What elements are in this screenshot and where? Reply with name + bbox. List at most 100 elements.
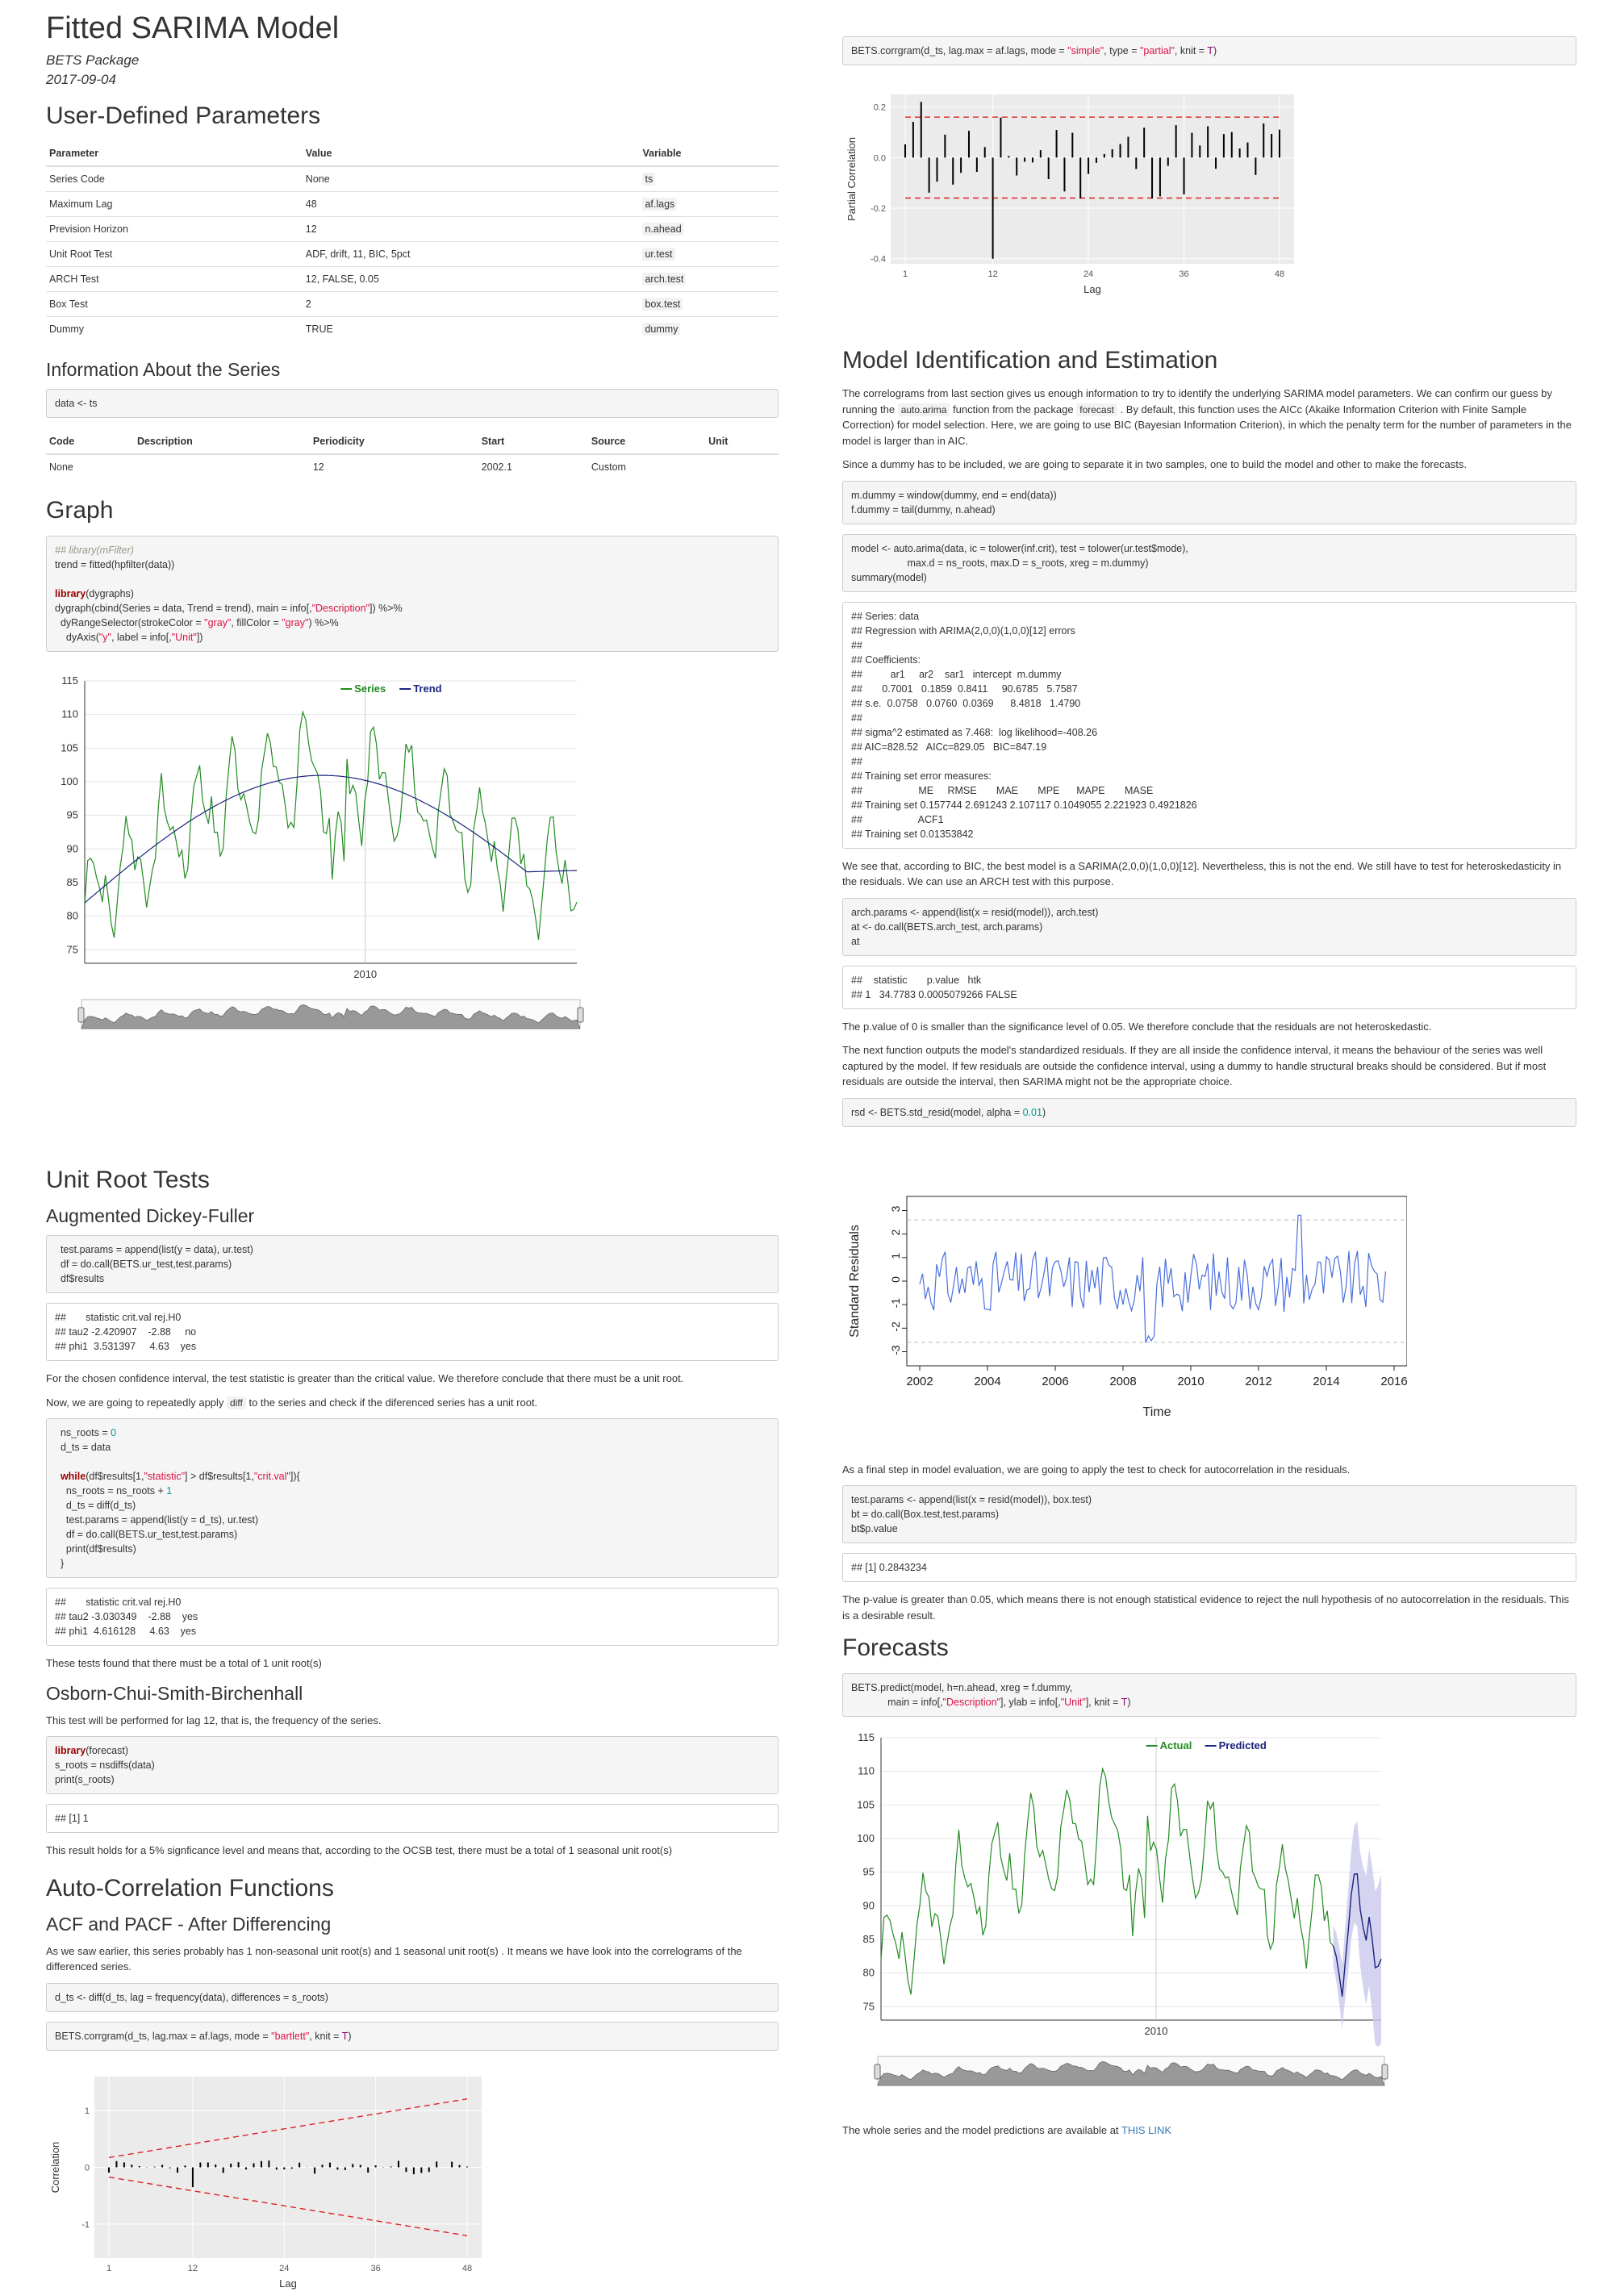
code-block-resid: rsd <- BETS.std_resid(model, alpha = 0.0… — [842, 1097, 1576, 1127]
adf-para-3: These tests found that there must be a t… — [46, 1657, 322, 1669]
cell-text: Dummy — [49, 324, 85, 335]
series-link[interactable]: THIS LINK — [1121, 2124, 1171, 2136]
y-tick-label: 75 — [67, 943, 78, 955]
y-tick-label: 95 — [863, 1866, 875, 1878]
output-arch: ## statistic p.value htk ## 1 34.7783 0.… — [842, 965, 1576, 1009]
variable-code: arch.test — [642, 273, 687, 286]
cell-text: ADF, drift, 11, BIC, 5pct — [305, 248, 411, 260]
final-para: The whole series and the model predictio… — [842, 2123, 1576, 2139]
y-tick-label: -1 — [889, 1297, 902, 1308]
forecasts-heading: Forecasts — [842, 1634, 949, 1661]
table-row: ARCH Test 12, FALSE, 0.05 arch.test — [46, 266, 779, 292]
x-tick-label: 2010 — [353, 968, 377, 980]
params-col-parameter: Parameter — [46, 141, 303, 167]
params-heading: User-Defined Parameters — [46, 102, 321, 129]
variable-code: af.lags — [642, 198, 678, 211]
legend-label: Trend — [413, 683, 441, 695]
y-tick-label: -1 — [81, 2219, 90, 2229]
code-block-acf: BETS.corrgram(d_ts, lag.max = af.lags, m… — [46, 2021, 779, 2051]
y-tick-label: 95 — [67, 809, 78, 821]
unit-root-heading: Unit Root Tests — [46, 1167, 210, 1193]
inline-code-forecast: forecast — [1076, 403, 1117, 416]
ocsb-para-2: This result holds for a 5% signficance l… — [46, 1844, 673, 1856]
y-tick-label: 0 — [85, 2163, 90, 2173]
info-table: Code Description Periodicity Start Sourc… — [46, 429, 779, 479]
cell-text: ARCH Test — [49, 273, 99, 285]
x-tick-label: 48 — [1275, 269, 1284, 279]
y-tick-label: 105 — [857, 1798, 875, 1810]
y-tick-label: 2 — [889, 1229, 902, 1235]
x-tick-label: 2010 — [1177, 1375, 1204, 1388]
x-tick-label: 12 — [987, 269, 997, 279]
cell-text: 12, FALSE, 0.05 — [305, 273, 379, 285]
cell-text: Series Code — [49, 173, 105, 185]
cell-text: 48 — [305, 198, 317, 210]
code-block-diff: d_ts <- diff(d_ts, lag = frequency(data)… — [46, 1982, 779, 2012]
info-col-start: Start — [478, 429, 588, 455]
box-para-1: As a final step in model evaluation, we … — [842, 1463, 1351, 1476]
cell-text: 2 — [305, 298, 311, 310]
code-block-box: test.params <- append(list(x = resid(mod… — [842, 1485, 1576, 1543]
y-tick-label: 115 — [858, 1733, 875, 1743]
y-tick-label: 80 — [67, 910, 78, 922]
date: 2017-09-04 — [46, 72, 116, 87]
graph-heading: Graph — [46, 497, 114, 524]
y-axis-label: Partial Correlation — [845, 137, 858, 221]
x-tick-label: 2012 — [1245, 1375, 1271, 1388]
variable-code: ts — [642, 173, 656, 186]
prediction-band — [1333, 1821, 1381, 2048]
legend-label: Series — [354, 683, 386, 695]
dygraph-series-chart[interactable]: 115 110 105 100 95 90 85 80 75 2010 Series Trend — [46, 662, 779, 1170]
y-tick-label: 85 — [67, 876, 78, 888]
params-cell: arch.test — [639, 266, 779, 292]
params-cell: Unit Root Test — [46, 241, 303, 267]
params-cell: Dummy — [46, 316, 303, 341]
y-tick-label: 90 — [67, 842, 78, 854]
final-para-text: The whole series and the model predictio… — [842, 2124, 1119, 2136]
code-block-graph: ## library(mFilter) trend = fitted(hpfil… — [46, 536, 779, 652]
table-row: Series Code None ts — [46, 165, 779, 192]
params-cell: 12 — [302, 216, 640, 242]
params-cell: None — [302, 165, 640, 192]
variable-code: box.test — [642, 298, 683, 311]
params-cell: dummy — [639, 316, 779, 341]
info-col-periodicity: Periodicity — [309, 429, 478, 455]
series-line — [880, 1767, 1334, 1995]
pacf-chart: 0.2 0.0 -0.2 -0.4 1 12 24 36 48 Lag Partial Correl… — [845, 94, 1294, 295]
model-heading: Model Identification and Estimation — [842, 347, 1218, 374]
variable-code: ur.test — [642, 248, 675, 261]
x-tick-label: 24 — [1083, 269, 1093, 279]
y-tick-label: -0.2 — [871, 204, 886, 214]
x-tick-label: 2010 — [1145, 2025, 1168, 2037]
info-col-description: Description — [133, 429, 310, 455]
y-tick-label: -0.4 — [871, 255, 886, 265]
y-tick-label: 115 — [61, 676, 78, 687]
code-block-ocsb: library(forecast) s_roots = nsdiffs(data… — [46, 1736, 779, 1794]
dygraph-series-svg[interactable]: 115 110 105 100 95 90 85 80 75 2010 Series Trend — [46, 676, 595, 1055]
y-tick-label: 85 — [863, 1933, 875, 1945]
x-tick-label: 2016 — [1380, 1375, 1407, 1388]
x-tick-label: 24 — [279, 2264, 289, 2273]
variable-code: n.ahead — [642, 223, 684, 236]
y-tick-label: 75 — [863, 2000, 875, 2012]
params-cell: ur.test — [639, 241, 779, 267]
residuals-chart: 3 2 1 0 -1 -2 -3 2002 2004 2006 2008 2010 2012 2014 20… — [848, 1196, 1408, 1419]
model-para-4: The p.value of 0 is smaller than the sig… — [842, 1020, 1432, 1033]
info-cell: 2002.1 — [478, 453, 588, 479]
code-block-adf2: ns_roots = 0 d_ts = data while(df$result… — [46, 1418, 779, 1578]
x-tick-label: 36 — [1179, 269, 1188, 279]
output-box: ## [1] 0.2843234 — [842, 1553, 1576, 1582]
info-heading: Information About the Series — [46, 359, 281, 380]
info-col-unit: Unit — [705, 429, 779, 455]
adf-para-1: For the chosen confidence interval, the … — [46, 1372, 684, 1384]
range-handle-right — [1381, 2064, 1388, 2080]
output-model: ## Series: data ## Regression with ARIMA… — [842, 601, 1576, 849]
params-col-variable: Variable — [639, 141, 779, 167]
range-handle-left — [874, 2064, 881, 2080]
y-tick-label: 90 — [863, 1899, 875, 1911]
cell-text: TRUE — [305, 324, 333, 335]
dygraph-forecast-svg[interactable]: 115 110 105 100 95 90 85 80 75 2010 Actual Predicte… — [842, 1731, 1391, 2112]
params-cell: ADF, drift, 11, BIC, 5pct — [302, 241, 640, 267]
model-para-1-b: function from the package — [953, 403, 1074, 415]
x-tick-label: 12 — [188, 2264, 198, 2273]
